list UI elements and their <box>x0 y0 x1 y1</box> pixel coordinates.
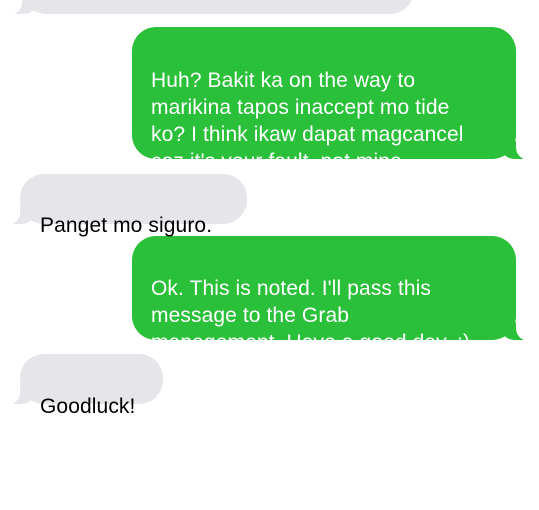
message-bubble-incoming-partial[interactable] <box>8 0 414 14</box>
message-bubble-incoming[interactable]: Panget mo siguro. <box>6 174 247 237</box>
message-text: Huh? Bakit ka on the way to marikina tap… <box>151 69 464 173</box>
message-bubble-incoming[interactable]: Goodluck! <box>6 354 163 418</box>
message-thread: Huh? Bakit ka on the way to marikina tap… <box>0 0 539 510</box>
message-text: Goodluck! <box>40 395 136 418</box>
message-bubble-outgoing[interactable]: Ok. This is noted. I'll pass this messag… <box>132 236 530 354</box>
message-text: Panget mo siguro. <box>40 214 213 237</box>
message-text: Ok. This is noted. I'll pass this messag… <box>151 277 471 354</box>
message-bubble-outgoing[interactable]: Huh? Bakit ka on the way to marikina tap… <box>132 27 530 173</box>
